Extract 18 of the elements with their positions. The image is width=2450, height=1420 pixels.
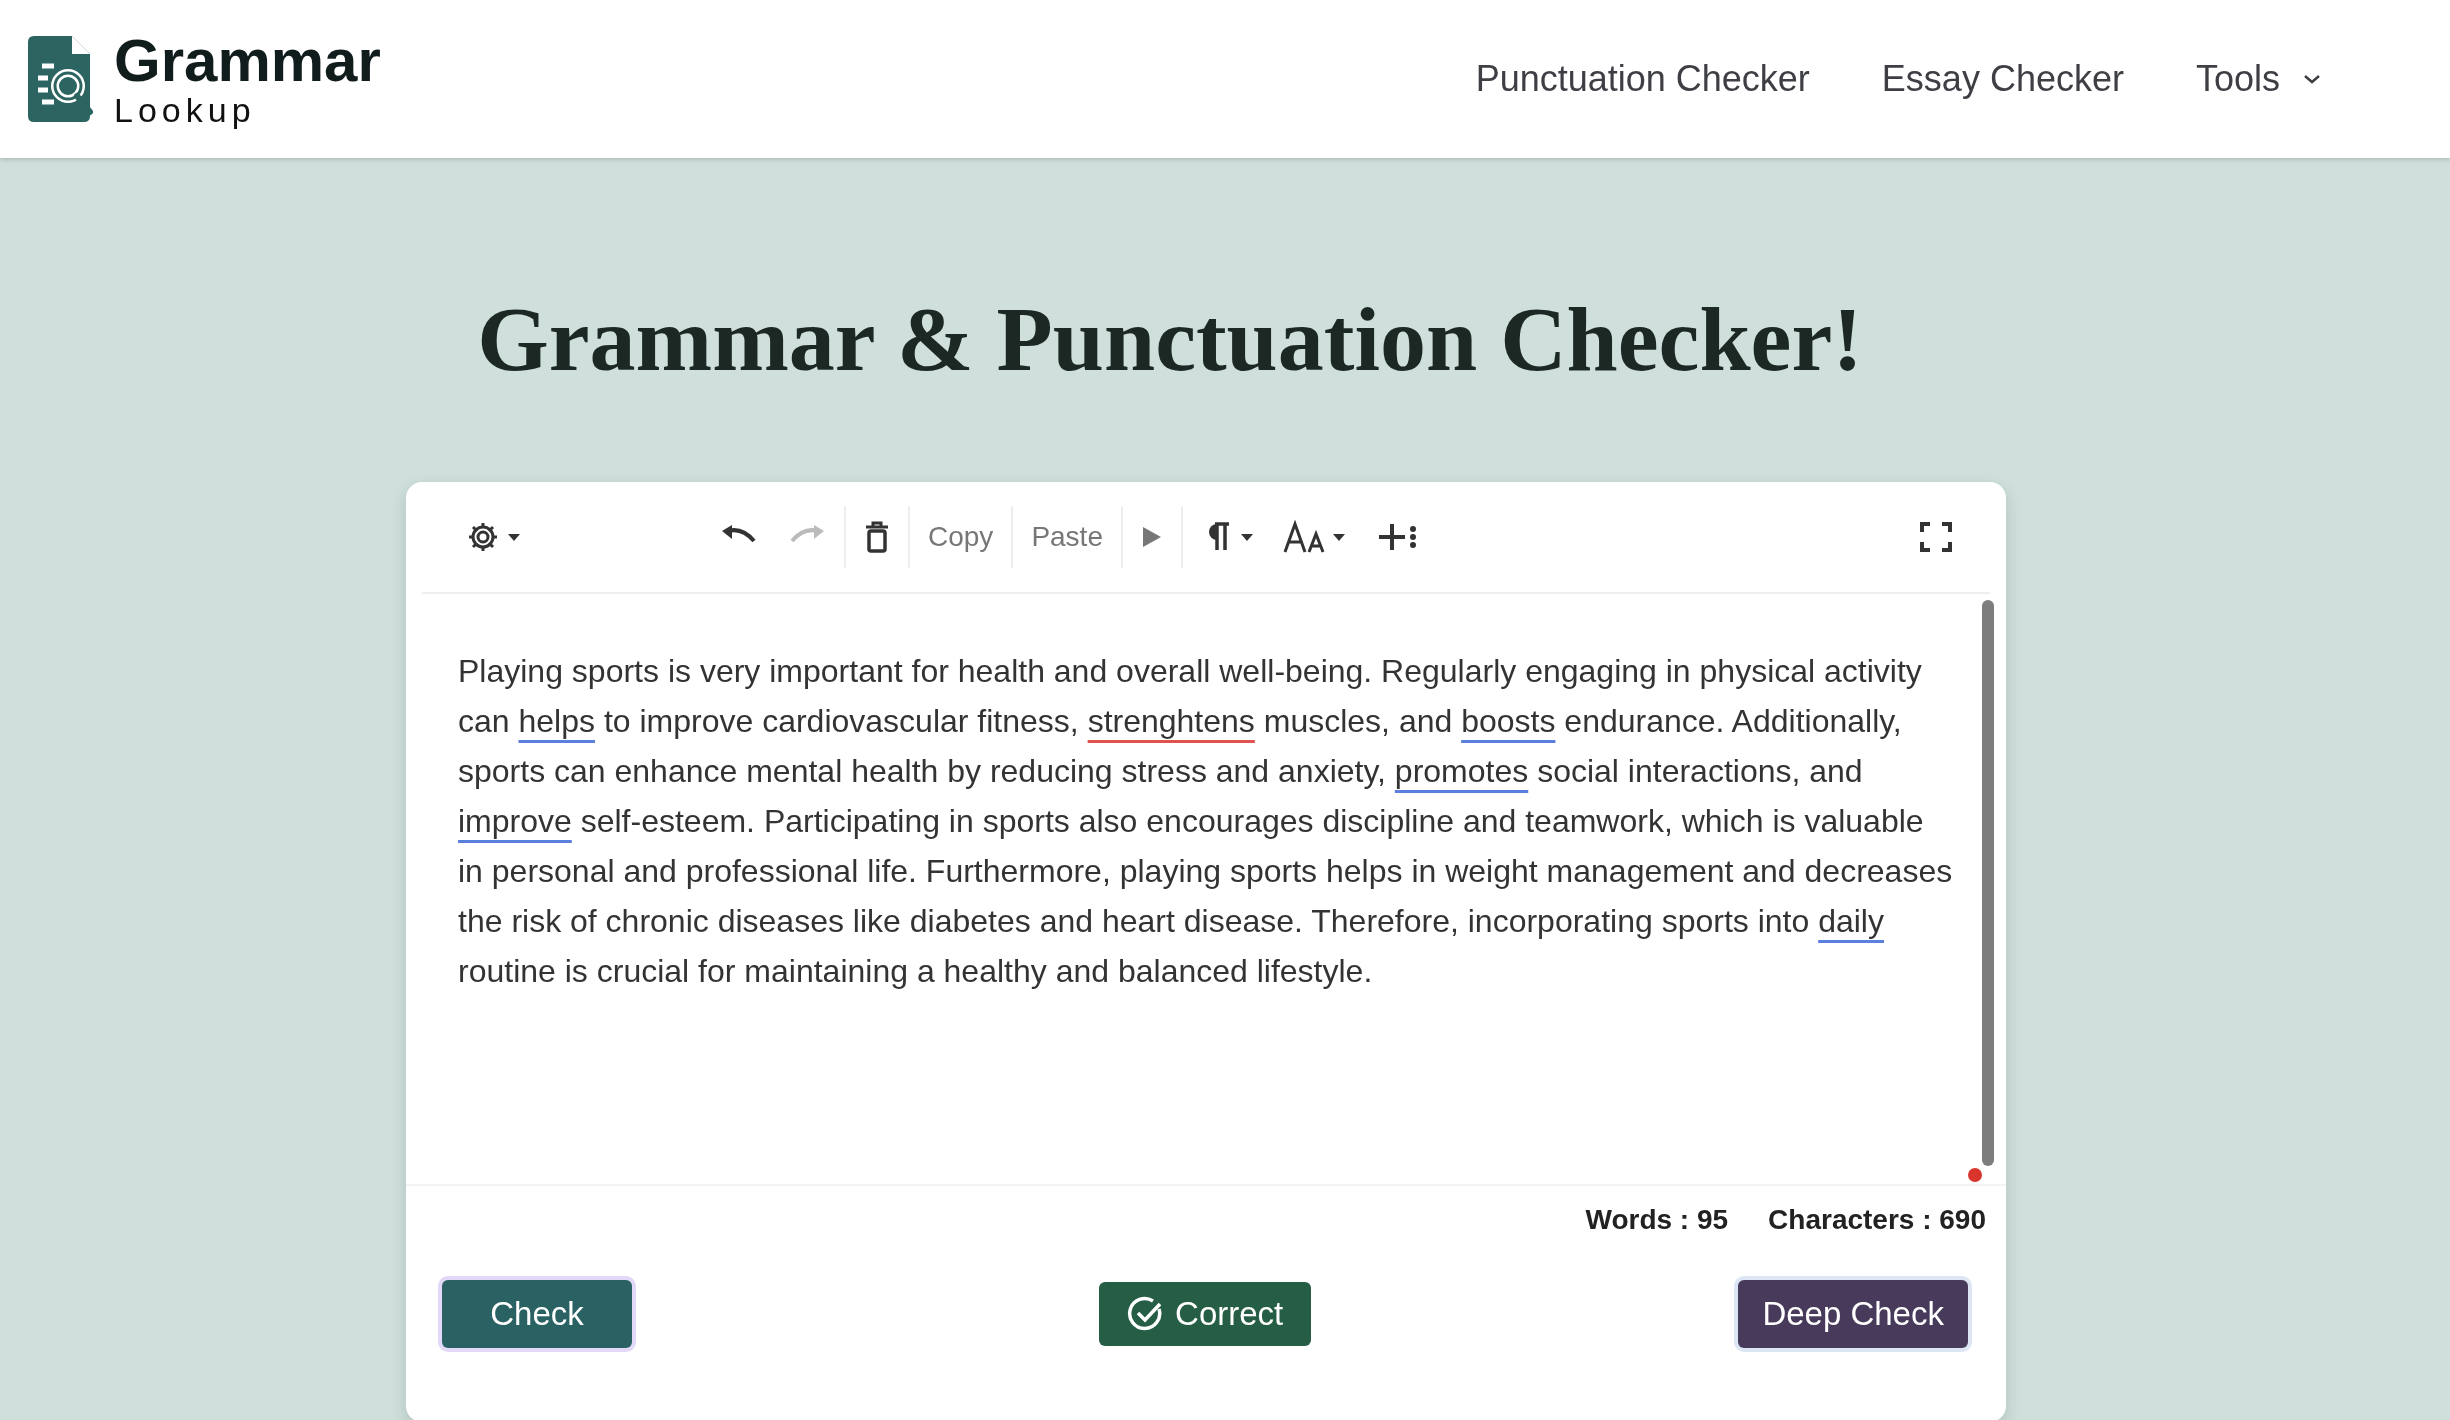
play-icon <box>1141 525 1163 549</box>
nav-link[interactable]: Essay Checker <box>1881 58 2124 100</box>
status-dot <box>1968 1168 1982 1182</box>
copy-button[interactable]: Copy <box>920 515 1002 559</box>
nav-link[interactable]: Tools <box>2195 58 2322 100</box>
brand-name[interactable]: Grammar <box>114 31 381 91</box>
chevron-down-icon <box>2302 73 2322 85</box>
nav-link[interactable]: Punctuation Checker <box>1475 58 1810 100</box>
count-label: Characters : 690 <box>1768 1204 1986 1236</box>
scrollbar[interactable] <box>1982 600 1994 1166</box>
editor-text[interactable]: Playing sports is very important for health and overall well-being. Regularly engaging in physical activity can helps to improve cardiovascular fitness, strenghtens muscles, and boosts endurance. Additionally, sports can enhance mental health by reducing stress and anxiety, promotes social interactions, and improve self-esteem. Participating in sports also encourages discipline and teamwork, which is valuable in personal and professional life. Furthermore, playing sports helps in weight management and decreases the risk of chronic diseases like diabetes and heart disease. Therefore, incorporating sports into daily routine is crucial for maintaining a healthy and balanced lifestyle. <box>406 594 2006 996</box>
count-label: Words : 95 <box>1585 1204 1729 1236</box>
brand-tagline: Lookup <box>114 93 257 127</box>
fullscreen-icon <box>1920 522 1952 552</box>
page-heading: Grammar & Punctuation Checker! <box>476 287 1864 386</box>
trash-icon <box>864 521 890 553</box>
correct-button[interactable]: Correct <box>1099 1282 1312 1346</box>
paste-button[interactable]: Paste <box>1023 515 1111 559</box>
